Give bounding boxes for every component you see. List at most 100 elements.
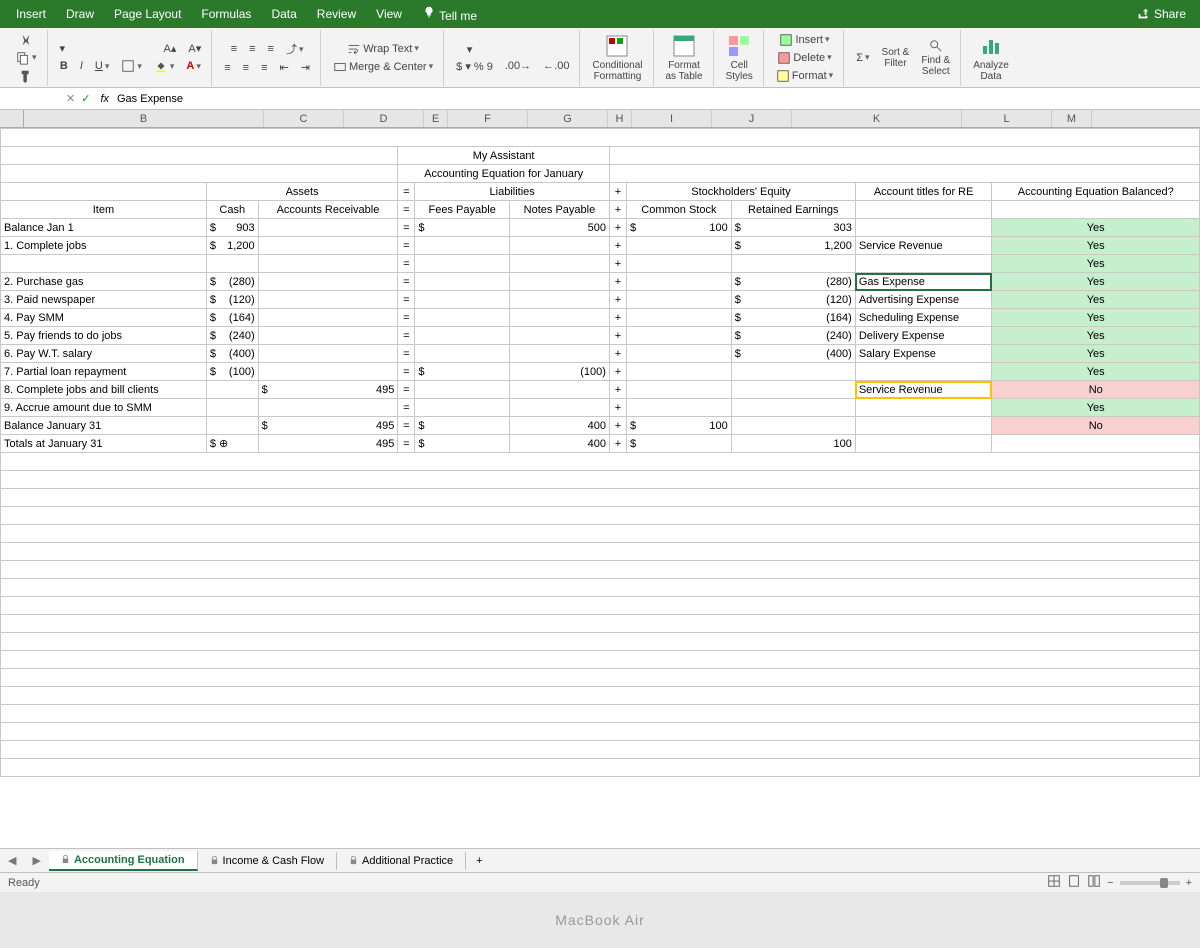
insert-icon bbox=[779, 33, 793, 47]
analyze-data-button[interactable]: Analyze Data bbox=[969, 32, 1013, 84]
borders-icon bbox=[121, 59, 135, 73]
col-header-E[interactable]: E bbox=[424, 110, 448, 127]
col-header-B[interactable]: B bbox=[24, 110, 264, 127]
sheet-tab-income[interactable]: Income & Cash Flow bbox=[198, 852, 337, 870]
zoom-in-button[interactable]: + bbox=[1186, 877, 1192, 889]
format-as-table-button[interactable]: Format as Table bbox=[662, 32, 707, 84]
scissors-icon bbox=[19, 33, 33, 47]
format-painter-button[interactable] bbox=[15, 67, 37, 85]
conditional-formatting-button[interactable]: Conditional Formatting bbox=[588, 32, 646, 84]
tab-view[interactable]: View bbox=[366, 3, 412, 25]
orientation-button[interactable]: ⤴▾ bbox=[282, 39, 308, 59]
sheet-tab-accounting[interactable]: Accounting Equation bbox=[49, 851, 198, 871]
insert-cells-button[interactable]: Insert ▾ bbox=[775, 31, 833, 49]
find-select-button[interactable]: Find & Select bbox=[917, 37, 954, 79]
format-icon bbox=[776, 69, 790, 83]
page-break-view-button[interactable] bbox=[1087, 874, 1101, 891]
formula-input[interactable]: Gas Expense bbox=[113, 93, 1200, 105]
align-left-button[interactable]: ≡ bbox=[220, 60, 234, 76]
underline-button[interactable]: U▾ bbox=[91, 58, 113, 74]
fx-label: fx bbox=[96, 93, 113, 105]
align-center-button[interactable]: ≡ bbox=[239, 60, 253, 76]
cell-styles-button[interactable]: Cell Styles bbox=[722, 32, 757, 84]
paintbrush-icon bbox=[19, 69, 33, 83]
col-header-I[interactable]: I bbox=[632, 110, 712, 127]
sort-filter-button[interactable]: Sort & Filter bbox=[878, 45, 914, 71]
autosum-button[interactable]: Σ▾ bbox=[852, 50, 873, 66]
delete-icon bbox=[777, 51, 791, 65]
font-color-button[interactable]: A▾ bbox=[182, 58, 204, 74]
zoom-slider[interactable] bbox=[1120, 881, 1180, 885]
bold-button[interactable]: B bbox=[56, 58, 72, 74]
new-sheet-button[interactable]: + bbox=[466, 855, 492, 867]
wrap-text-icon bbox=[347, 42, 361, 56]
merge-center-button[interactable]: Merge & Center ▾ bbox=[329, 58, 437, 76]
search-icon bbox=[929, 39, 943, 53]
formula-bar: ✕ ✓ fx Gas Expense bbox=[0, 88, 1200, 110]
tab-formulas[interactable]: Formulas bbox=[191, 3, 261, 25]
analyze-icon bbox=[979, 34, 1003, 58]
merge-icon bbox=[333, 60, 347, 74]
ribbon-tabs: Insert Draw Page Layout Formulas Data Re… bbox=[0, 0, 1200, 28]
page-view-icon bbox=[1067, 874, 1081, 888]
fill-color-button[interactable]: ▾ bbox=[150, 57, 179, 75]
italic-button[interactable]: I bbox=[76, 58, 87, 74]
status-text: Ready bbox=[8, 877, 40, 889]
decrease-indent-button[interactable]: ⇤ bbox=[276, 59, 293, 76]
paint-bucket-icon bbox=[154, 59, 168, 73]
col-header-J[interactable]: J bbox=[712, 110, 792, 127]
font-size-increase[interactable]: A▴ bbox=[160, 40, 181, 57]
wrap-text-button[interactable]: Wrap Text ▾ bbox=[343, 40, 423, 58]
borders-button[interactable]: ▾ bbox=[117, 57, 146, 75]
tab-page-layout[interactable]: Page Layout bbox=[104, 3, 191, 25]
share-icon bbox=[1136, 7, 1150, 21]
align-bottom-button[interactable]: ≡ bbox=[264, 41, 278, 57]
format-cells-button[interactable]: Format ▾ bbox=[772, 67, 837, 85]
tab-data[interactable]: Data bbox=[261, 3, 306, 25]
formula-cancel-button[interactable]: ✕ bbox=[66, 92, 75, 105]
align-top-button[interactable]: ≡ bbox=[227, 41, 241, 57]
tab-insert[interactable]: Insert bbox=[6, 3, 56, 25]
tab-draw[interactable]: Draw bbox=[56, 3, 104, 25]
delete-cells-button[interactable]: Delete ▾ bbox=[773, 49, 835, 67]
tab-tell-me[interactable]: Tell me bbox=[412, 2, 487, 27]
tab-review[interactable]: Review bbox=[307, 3, 366, 25]
sheet-tab-practice[interactable]: Additional Practice bbox=[337, 852, 466, 870]
sheet-nav-next[interactable]: ▶ bbox=[24, 854, 48, 867]
copy-button[interactable]: ▾ bbox=[12, 49, 41, 67]
lock-icon bbox=[349, 856, 358, 865]
align-right-button[interactable]: ≡ bbox=[257, 60, 271, 76]
align-middle-button[interactable]: ≡ bbox=[245, 41, 259, 57]
font-size-decrease[interactable]: A▾ bbox=[184, 40, 205, 57]
col-header-D[interactable]: D bbox=[344, 110, 424, 127]
col-header-K[interactable]: K bbox=[792, 110, 962, 127]
cut-button[interactable] bbox=[15, 31, 37, 49]
sheet-nav-prev[interactable]: ◀ bbox=[0, 854, 24, 867]
increase-indent-button[interactable]: ⇥ bbox=[297, 59, 314, 76]
cond-format-icon bbox=[605, 34, 629, 58]
col-header-M[interactable]: M bbox=[1052, 110, 1092, 127]
lightbulb-icon bbox=[422, 6, 436, 20]
share-button[interactable]: Share bbox=[1128, 5, 1194, 23]
normal-view-button[interactable] bbox=[1047, 874, 1061, 891]
sheet-tabs: ◀ ▶ Accounting Equation Income & Cash Fl… bbox=[0, 848, 1200, 872]
col-header-C[interactable]: C bbox=[264, 110, 344, 127]
styles-icon bbox=[727, 34, 751, 58]
increase-decimal-button[interactable]: .00→ bbox=[501, 58, 535, 74]
page-layout-view-button[interactable] bbox=[1067, 874, 1081, 891]
lock-icon bbox=[61, 855, 70, 864]
col-header-F[interactable]: F bbox=[448, 110, 528, 127]
zoom-out-button[interactable]: − bbox=[1107, 877, 1113, 889]
decrease-decimal-button[interactable]: ←.00 bbox=[539, 58, 573, 74]
col-header-H[interactable]: H bbox=[608, 110, 632, 127]
copy-icon bbox=[16, 51, 30, 65]
column-headers: BCDEFGHIJKLM bbox=[0, 110, 1200, 128]
formula-accept-button[interactable]: ✓ bbox=[81, 92, 90, 105]
number-format-dropdown[interactable]: ▾ bbox=[463, 41, 563, 58]
grid-view-icon bbox=[1047, 874, 1061, 888]
font-dropdown[interactable]: ▾ bbox=[56, 40, 156, 57]
spreadsheet-grid[interactable]: My AssistantAccounting Equation for Janu… bbox=[0, 128, 1200, 848]
currency-button[interactable]: $ ▾ % 9 bbox=[452, 58, 497, 75]
col-header-L[interactable]: L bbox=[962, 110, 1052, 127]
col-header-G[interactable]: G bbox=[528, 110, 608, 127]
